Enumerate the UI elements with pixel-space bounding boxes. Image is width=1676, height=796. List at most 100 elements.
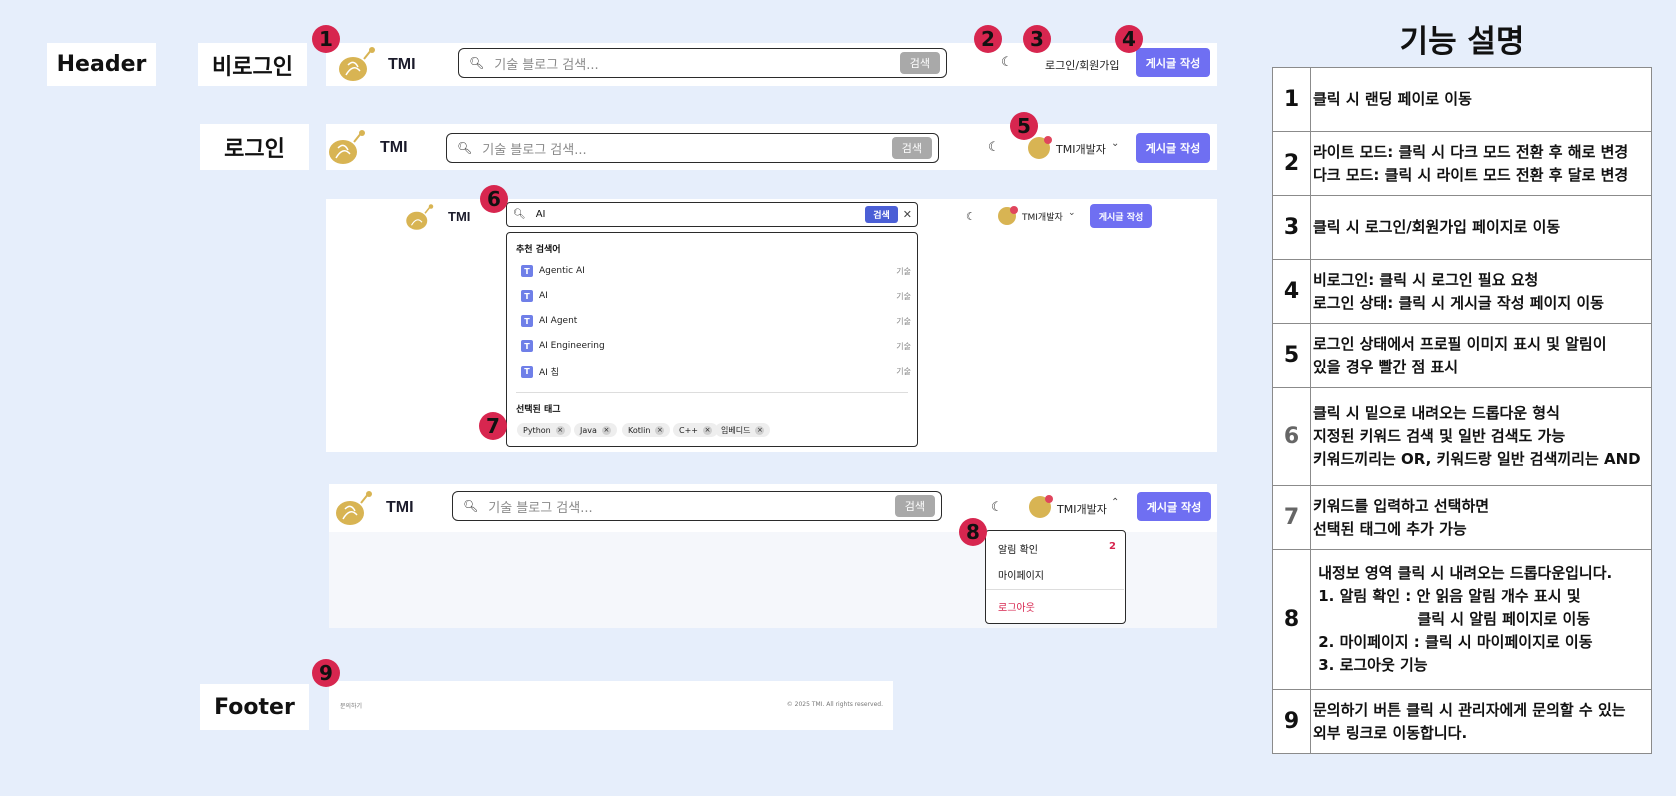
notifications-item[interactable]: 알림 확인 2 — [998, 541, 1116, 556]
theme-toggle-moon-icon[interactable]: ☾ — [966, 210, 976, 223]
feature-number: 4 — [1272, 259, 1311, 324]
search-button[interactable]: 검색 — [891, 137, 932, 159]
write-post-button[interactable]: 게시글 작성 — [1136, 133, 1210, 163]
callout-badge-6: 6 — [480, 185, 508, 213]
search-button[interactable]: 검색 — [865, 206, 898, 223]
suggestion-item[interactable]: T AI Agent 기술 — [521, 315, 911, 327]
tag-type-icon: T — [521, 365, 533, 378]
suggestion-item[interactable]: T AI 기술 — [521, 290, 911, 302]
notification-dot — [1010, 206, 1018, 214]
suggestion-category: 기술 — [896, 341, 911, 351]
feature-row: 2 라이트 모드: 클릭 시 다크 모드 전환 후 해로 변경 다크 모드: 클릭… — [1272, 131, 1652, 196]
username[interactable]: TMI개발자 — [1022, 210, 1063, 223]
feature-row: 7 키워드를 입력하고 선택하면 선택된 태그에 추가 가능 — [1272, 485, 1652, 550]
logout-item[interactable]: 로그아웃 — [998, 599, 1035, 614]
logo-icon[interactable] — [326, 128, 366, 166]
search-icon: 🔍︎ — [513, 209, 526, 220]
remove-tag-icon[interactable]: × — [655, 425, 665, 435]
theme-toggle-moon-icon[interactable]: ☾ — [991, 500, 1003, 515]
chevron-down-icon[interactable]: ⌄ — [1111, 138, 1119, 149]
write-post-button[interactable]: 게시글 작성 — [1136, 48, 1210, 77]
selected-tag-chip[interactable]: Kotlin × — [622, 423, 671, 437]
feature-table: 1 클릭 시 랜딩 페이로 이동 2 라이트 모드: 클릭 시 다크 모드 전환… — [1272, 67, 1652, 754]
footer-bar: 문의하기 © 2025 TMI. All rights reserved. — [329, 681, 893, 730]
suggestion-item[interactable]: T Agentic AI 기술 — [521, 265, 911, 277]
search-input[interactable]: 기술 블로그 검색... — [494, 54, 900, 73]
brand-name[interactable]: TMI — [386, 499, 414, 517]
feature-number: 1 — [1272, 67, 1311, 132]
brand-name[interactable]: TMI — [380, 139, 408, 157]
remove-tag-icon[interactable]: × — [755, 425, 765, 435]
theme-toggle-moon-icon[interactable]: ☾ — [1001, 55, 1013, 70]
chevron-down-icon[interactable]: ⌄ — [1068, 208, 1076, 218]
feature-description: 클릭 시 랜딩 페이로 이동 — [1310, 67, 1652, 132]
search-input[interactable]: 기술 블로그 검색... — [482, 139, 892, 158]
logo-icon[interactable] — [333, 489, 373, 527]
feature-number: 8 — [1272, 549, 1311, 690]
search-bar[interactable]: 🔍︎ 기술 블로그 검색... 검색 — [458, 48, 947, 78]
feature-number: 3 — [1272, 195, 1311, 260]
contact-link[interactable]: 문의하기 — [340, 701, 362, 710]
remove-tag-icon[interactable]: × — [703, 425, 712, 435]
search-bar[interactable]: 🔍︎ 기술 블로그 검색... 검색 — [452, 491, 942, 521]
selected-tag-chip[interactable]: Python × — [517, 423, 571, 437]
remove-tag-icon[interactable]: × — [601, 425, 611, 435]
tag-type-icon: T — [521, 315, 533, 327]
search-input[interactable]: 기술 블로그 검색... — [488, 497, 895, 516]
callout-badge-8: 8 — [959, 518, 987, 546]
brand-name[interactable]: TMI — [388, 56, 416, 74]
search-bar[interactable]: 🔍︎ 기술 블로그 검색... 검색 — [446, 133, 939, 163]
search-button[interactable]: 검색 — [899, 52, 940, 74]
divider — [516, 392, 908, 393]
suggestion-item[interactable]: T AI Engineering 기술 — [521, 340, 911, 352]
chevron-up-icon[interactable]: ⌃ — [1111, 497, 1119, 508]
feature-row: 8 내정보 영역 클릭 시 내려오는 드롭다운입니다. 1. 알림 확인 : 안… — [1272, 549, 1652, 690]
remove-tag-icon[interactable]: × — [555, 425, 565, 435]
selected-tag-chip[interactable]: C++ × — [673, 423, 718, 437]
logo-icon[interactable] — [404, 202, 434, 232]
search-bar-active[interactable]: 🔍︎ AI 검색 ✕ — [506, 202, 918, 227]
callout-badge-7: 7 — [479, 412, 507, 440]
logo-icon[interactable] — [336, 45, 376, 83]
theme-toggle-moon-icon[interactable]: ☾ — [988, 140, 1000, 155]
feature-row: 5 로그인 상태에서 프로필 이미지 표시 및 알림이 있을 경우 빨간 점 표시 — [1272, 323, 1652, 388]
user-menu-dropdown: 알림 확인 2 마이페이지 로그아웃 — [985, 530, 1126, 624]
suggestion-category: 기술 — [896, 266, 911, 276]
feature-number: 2 — [1272, 131, 1311, 196]
feature-description: 라이트 모드: 클릭 시 다크 모드 전환 후 해로 변경 다크 모드: 클릭 시… — [1310, 131, 1652, 196]
tag-type-icon: T — [521, 340, 533, 352]
username[interactable]: TMI개발자 — [1056, 141, 1106, 157]
mypage-item[interactable]: 마이페이지 — [998, 567, 1044, 582]
profile-avatar[interactable] — [1028, 136, 1052, 159]
copyright: © 2025 TMI. All rights reserved. — [786, 701, 883, 708]
username[interactable]: TMI개발자 — [1057, 501, 1107, 517]
suggestion-category: 기술 — [896, 367, 911, 376]
search-button[interactable]: 검색 — [894, 495, 935, 517]
suggestion-text: AI — [539, 291, 548, 301]
tag-label: 임베디드 — [721, 425, 751, 435]
selected-tag-chip[interactable]: 임베디드 × — [715, 423, 771, 437]
recommended-title: 추천 검색어 — [516, 245, 561, 255]
brand-name[interactable]: TMI — [448, 209, 470, 224]
feature-number: 9 — [1272, 689, 1311, 754]
tag-label: Kotlin — [628, 425, 651, 435]
tag-label: Java — [580, 425, 597, 435]
tag-type-icon: T — [521, 290, 533, 302]
header-logged-in: TMI 🔍︎ 기술 블로그 검색... 검색 ☾ TMI개발자 ⌄ 게시글 작성 — [326, 124, 1217, 170]
login-signup-link[interactable]: 로그인/회원가입 — [1045, 57, 1120, 73]
clear-icon[interactable]: ✕ — [903, 208, 912, 221]
feature-description: 로그인 상태에서 프로필 이미지 표시 및 알림이 있을 경우 빨간 점 표시 — [1310, 323, 1652, 388]
footer-label: Footer — [200, 684, 309, 730]
profile-avatar[interactable] — [1029, 495, 1053, 518]
search-input[interactable]: AI — [536, 209, 866, 220]
search-icon: 🔍︎ — [457, 141, 473, 155]
suggestion-item[interactable]: T AI 칩 기술 — [521, 365, 911, 378]
suggestion-text: AI Agent — [539, 316, 578, 326]
suggestion-text: AI Engineering — [539, 341, 605, 351]
suggestion-category: 기술 — [896, 291, 911, 301]
write-post-button[interactable]: 게시글 작성 — [1090, 204, 1152, 228]
selected-tag-chip[interactable]: Java × — [574, 423, 617, 437]
write-post-button[interactable]: 게시글 작성 — [1137, 492, 1211, 521]
profile-avatar[interactable] — [998, 206, 1018, 225]
header-row: TMI 🔍︎ 기술 블로그 검색... 검색 ☾ TMI개발자 ⌃ 게시글 작성 — [329, 484, 1217, 532]
